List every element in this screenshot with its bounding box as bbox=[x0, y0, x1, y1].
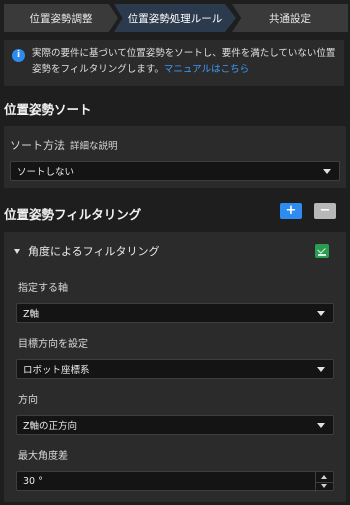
enable-check-icon[interactable] bbox=[315, 244, 329, 258]
info-banner: i 実際の要件に基づいて位置姿勢をソートし、要件を満たしていない位置姿勢をフィル… bbox=[4, 40, 344, 86]
max-angle-label: 最大角度差 bbox=[18, 451, 68, 462]
target-direction-value: ロボット座標系 bbox=[23, 365, 90, 376]
max-angle-value: 30 ° bbox=[23, 475, 43, 487]
target-direction-label: 目標方向を設定 bbox=[18, 339, 88, 350]
add-filter-button[interactable]: + bbox=[280, 203, 302, 219]
angle-filter-panel: 角度によるフィルタリング 指定する軸 Z軸 目標方向を設定 ロボット座標系 方向… bbox=[4, 232, 346, 502]
angle-filter-title: 角度によるフィルタリング bbox=[28, 245, 160, 258]
pose-sort-title: 位置姿勢ソート bbox=[4, 102, 92, 117]
stepper-divider bbox=[316, 481, 334, 483]
chevron-down-icon bbox=[317, 367, 325, 372]
sort-method-label: ソート方法 bbox=[10, 139, 65, 152]
chevron-down-icon bbox=[317, 423, 325, 428]
chevron-down-icon bbox=[317, 311, 325, 316]
pose-filter-title: 位置姿勢フィルタリング bbox=[4, 207, 142, 222]
detail-explanation-link[interactable]: 詳細な説明 bbox=[70, 138, 118, 152]
tab-pose-adjustment[interactable]: 位置姿勢調整 bbox=[4, 4, 118, 32]
direction-label: 方向 bbox=[18, 395, 38, 406]
axis-label: 指定する軸 bbox=[18, 283, 68, 294]
chevron-down-icon bbox=[323, 169, 331, 174]
sort-method-select[interactable]: ソートしない bbox=[10, 161, 340, 181]
angle-stepper[interactable] bbox=[315, 472, 334, 492]
sort-method-value: ソートしない bbox=[17, 167, 75, 178]
manual-link[interactable]: マニュアルはこちら bbox=[164, 64, 249, 75]
axis-select[interactable]: Z軸 bbox=[16, 303, 334, 323]
direction-select[interactable]: Z軸の正方向 bbox=[16, 415, 334, 435]
stepper-down-icon[interactable] bbox=[321, 484, 327, 488]
direction-value: Z軸の正方向 bbox=[23, 421, 78, 432]
stepper-up-icon[interactable] bbox=[321, 475, 327, 479]
tab-pose-processing-rules[interactable]: 位置姿勢処理ルール bbox=[114, 4, 236, 32]
info-icon: i bbox=[12, 49, 25, 62]
tab-bar: 位置姿勢調整 位置姿勢処理ルール 共通設定 bbox=[0, 0, 350, 36]
remove-filter-button[interactable]: − bbox=[314, 203, 336, 219]
max-angle-input[interactable]: 30 ° bbox=[16, 471, 334, 492]
target-direction-select[interactable]: ロボット座標系 bbox=[16, 359, 334, 379]
pose-sort-panel: ソート方法 詳細な説明 ソートしない bbox=[4, 126, 346, 188]
axis-value: Z軸 bbox=[23, 309, 40, 320]
tab-common-settings[interactable]: 共通設定 bbox=[232, 4, 348, 32]
collapse-triangle-icon[interactable] bbox=[14, 249, 20, 254]
